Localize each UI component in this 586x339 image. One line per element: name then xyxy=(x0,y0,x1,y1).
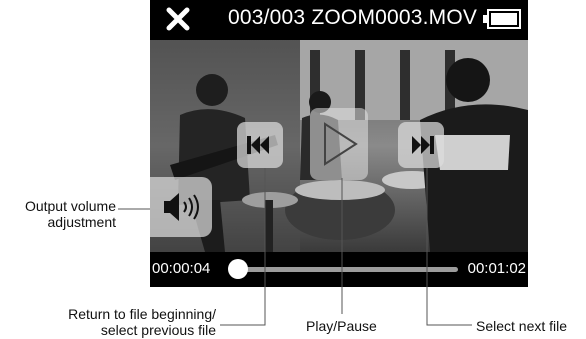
previous-annotation-line1: Return to file beginning/ xyxy=(68,306,216,322)
previous-annotation: Return to file beginning/ select previou… xyxy=(30,306,216,338)
volume-annotation-line1: Output volume xyxy=(24,198,116,214)
previous-annotation-line2: select previous file xyxy=(100,322,216,338)
play-pause-annotation: Play/Pause xyxy=(306,318,377,334)
callout-lines xyxy=(118,168,472,326)
volume-annotation: Output volume adjustment xyxy=(4,198,116,230)
volume-annotation-line2: adjustment xyxy=(47,214,116,230)
next-annotation: Select next file xyxy=(476,318,568,334)
